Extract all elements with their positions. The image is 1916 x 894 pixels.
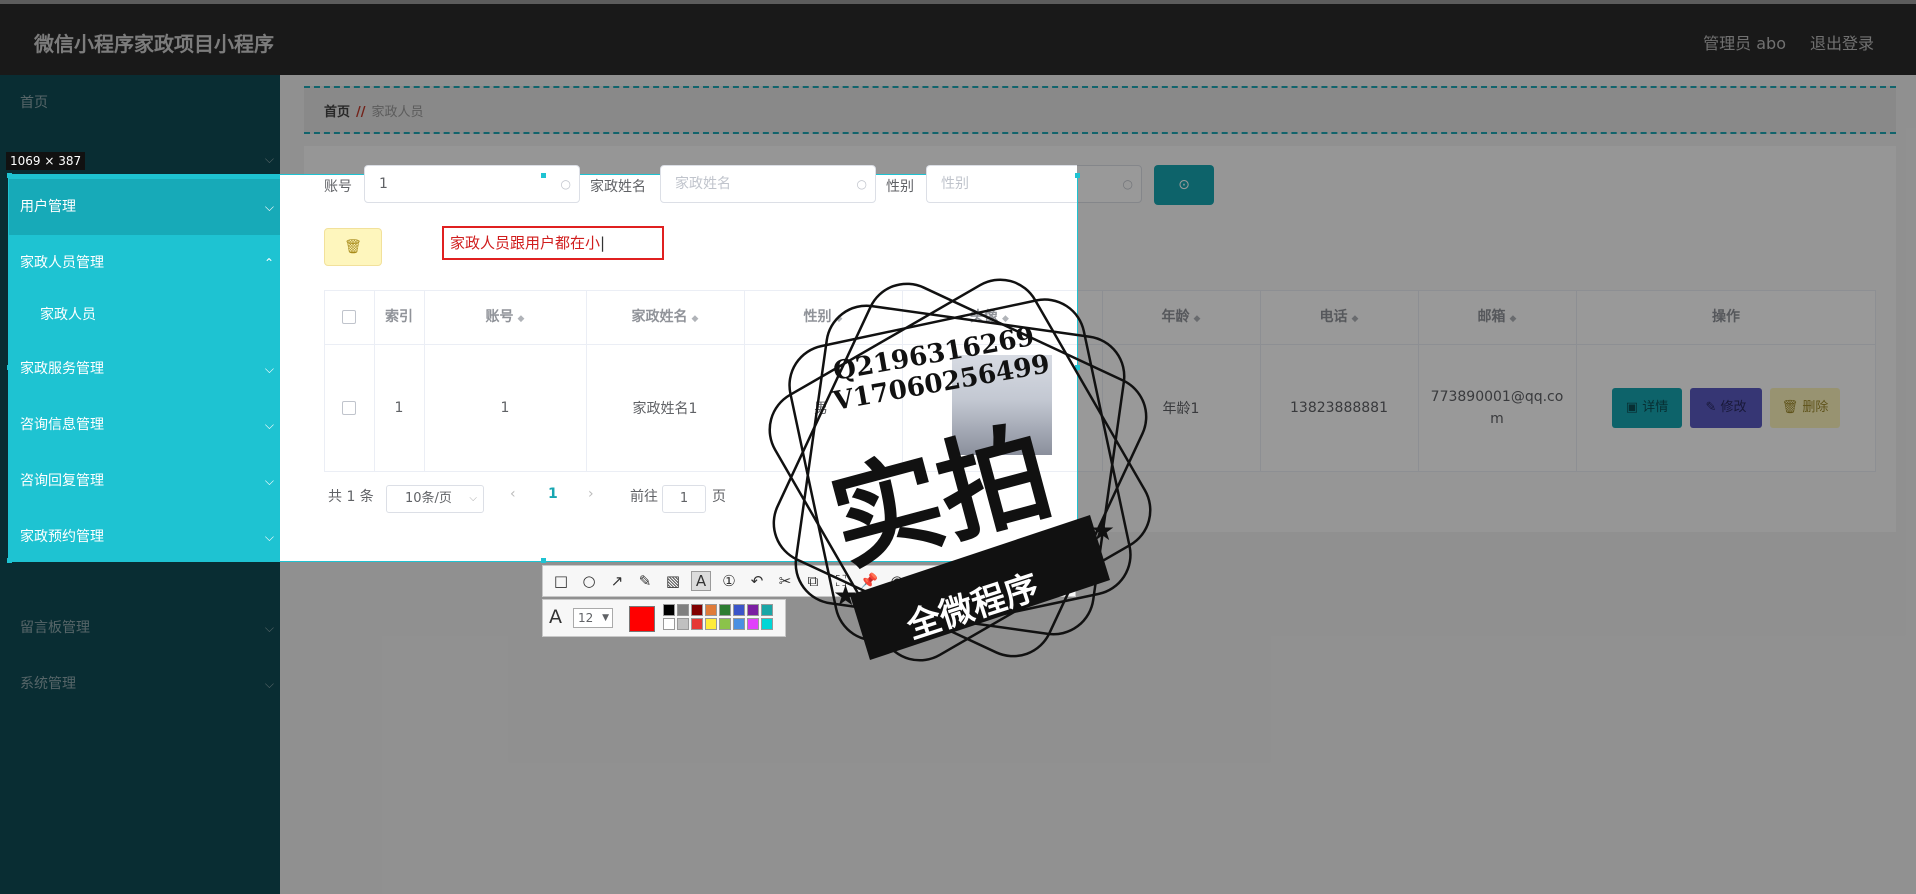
sidebar-item-booking-mgmt[interactable]: 家政预约管理 ⌵ bbox=[9, 509, 280, 561]
arrow-tool-icon[interactable]: ↗ bbox=[607, 572, 627, 590]
page-size-select[interactable]: 10条/页 ⌵ bbox=[386, 485, 484, 513]
sidebar-item-staff-mgmt[interactable]: 家政人员管理 ⌃ bbox=[9, 235, 280, 291]
sidebar-item-label: 咨询回复管理 bbox=[20, 473, 104, 489]
chevron-down-icon: ⌵ bbox=[264, 362, 274, 376]
page-size-value: 10条/页 bbox=[405, 491, 452, 506]
color-swatch[interactable] bbox=[705, 618, 717, 630]
star-icon: ★ bbox=[1090, 514, 1115, 547]
star-icon: ★ bbox=[833, 579, 858, 612]
cell-name: 家政姓名1 bbox=[632, 401, 698, 417]
rectangle-tool-icon[interactable]: □ bbox=[551, 572, 571, 590]
pagination-goto-label: 前往 bbox=[630, 489, 658, 505]
ellipse-tool-icon[interactable]: ○ bbox=[579, 572, 599, 590]
resize-handle[interactable] bbox=[1075, 173, 1080, 178]
color-swatch[interactable] bbox=[705, 604, 717, 616]
color-swatch[interactable] bbox=[719, 618, 731, 630]
chevron-down-icon: ⌵ bbox=[469, 493, 477, 504]
cell-account: 1 bbox=[500, 400, 510, 416]
trash-icon: 🗑 bbox=[344, 239, 362, 255]
resize-handle[interactable] bbox=[541, 558, 546, 563]
row-checkbox-cell bbox=[324, 345, 374, 471]
prev-page-icon[interactable]: ‹ bbox=[510, 486, 516, 502]
batch-delete-button[interactable]: 🗑 bbox=[324, 228, 382, 266]
gender-input-placeholder: 性别 bbox=[941, 176, 969, 192]
account-input[interactable]: 1○ bbox=[364, 165, 580, 203]
gender-label: 性别 bbox=[886, 179, 914, 195]
page-jump-value: 1 bbox=[679, 491, 689, 506]
color-swatch[interactable] bbox=[663, 604, 675, 616]
chevron-down-icon: ⌵ bbox=[264, 530, 274, 544]
sidebar-item-staff[interactable]: 家政人员 bbox=[9, 287, 280, 343]
sidebar-item-label: 家政人员 bbox=[40, 307, 96, 323]
number-tool-icon[interactable]: ① bbox=[719, 572, 739, 590]
color-swatch[interactable] bbox=[663, 618, 675, 630]
sidebar-item-service-mgmt[interactable]: 家政服务管理 ⌵ bbox=[9, 341, 280, 397]
resize-handle[interactable] bbox=[7, 173, 12, 178]
name-input-placeholder: 家政姓名 bbox=[675, 176, 731, 192]
column-header-index: 索引 bbox=[374, 290, 424, 344]
sidebar-item-reply-mgmt[interactable]: 咨询回复管理 ⌵ bbox=[9, 453, 280, 509]
color-swatch[interactable] bbox=[691, 604, 703, 616]
text-tool-icon[interactable]: A bbox=[691, 571, 711, 591]
sort-icon: ◆ bbox=[691, 314, 699, 324]
name-label: 家政姓名 bbox=[590, 179, 646, 195]
annotation-text: 家政人员跟用户都在小 bbox=[450, 234, 601, 252]
column-header-account[interactable]: 账号 ◆ bbox=[424, 290, 586, 344]
search-icon: ○ bbox=[560, 177, 571, 191]
page-number-current[interactable]: 1 bbox=[548, 486, 558, 502]
sidebar-item-label: 用户管理 bbox=[20, 199, 76, 215]
chevron-down-icon: ⌵ bbox=[264, 474, 274, 488]
column-header-label: 账号 bbox=[485, 309, 514, 325]
pencil-tool-icon[interactable]: ✎ bbox=[635, 572, 655, 590]
captured-sidebar: 用户管理 ⌵ 家政人员管理 ⌃ 家政人员 家政服务管理 ⌵ 咨询信息管理 ⌵ 咨询回复管… bbox=[9, 175, 280, 561]
account-label: 账号 bbox=[324, 179, 352, 195]
color-swatch[interactable] bbox=[677, 618, 689, 630]
select-all-checkbox-cell bbox=[324, 290, 374, 344]
sidebar-item-label: 家政预约管理 bbox=[20, 529, 104, 545]
chevron-down-icon: ⌵ bbox=[264, 418, 274, 432]
color-swatch[interactable] bbox=[719, 604, 731, 616]
color-swatch[interactable] bbox=[677, 604, 689, 616]
watermark-stamp: Q2196316269 V17060256499 实拍 全微程序 ★ ★ bbox=[768, 278, 1152, 662]
gender-input[interactable]: 性别 bbox=[926, 165, 1077, 203]
account-input-value: 1 bbox=[379, 176, 388, 192]
current-color-swatch[interactable] bbox=[629, 606, 655, 632]
sidebar-item-label: 家政服务管理 bbox=[20, 361, 104, 377]
row-checkbox[interactable] bbox=[342, 401, 356, 415]
column-header-name[interactable]: 家政姓名 ◆ bbox=[586, 290, 744, 344]
mosaic-tool-icon[interactable]: ▧ bbox=[663, 572, 683, 590]
select-all-checkbox[interactable] bbox=[342, 310, 356, 324]
capture-size-label: 1069 × 387 bbox=[6, 152, 86, 170]
next-page-icon[interactable]: › bbox=[588, 486, 594, 502]
chevron-down-icon: ⌵ bbox=[264, 200, 274, 214]
resize-handle[interactable] bbox=[7, 365, 12, 370]
column-header-label: 家政姓名 bbox=[631, 309, 688, 325]
sidebar-item-users[interactable]: 用户管理 ⌵ bbox=[9, 179, 280, 235]
sort-icon: ◆ bbox=[517, 314, 525, 324]
search-icon: ○ bbox=[856, 177, 867, 191]
chevron-down-icon: ▼ bbox=[602, 613, 609, 623]
sidebar-item-consult-mgmt[interactable]: 咨询信息管理 ⌵ bbox=[9, 397, 280, 453]
font-icon: A bbox=[549, 606, 562, 628]
annotation-text-box[interactable]: 家政人员跟用户都在小| bbox=[442, 226, 664, 260]
column-header-label: 索引 bbox=[385, 309, 413, 325]
color-swatch[interactable] bbox=[691, 618, 703, 630]
sidebar-item-label: 家政人员管理 bbox=[20, 255, 104, 271]
name-input[interactable]: 家政姓名 ○ bbox=[660, 165, 876, 203]
cell-index: 1 bbox=[394, 400, 404, 416]
page-jump-input[interactable]: 1 bbox=[662, 485, 706, 513]
resize-handle[interactable] bbox=[7, 558, 12, 563]
pagination-page-unit: 页 bbox=[712, 489, 726, 505]
pagination-total: 共 1 条 bbox=[328, 489, 374, 505]
chevron-up-icon: ⌃ bbox=[263, 256, 274, 270]
font-size-value: 12 bbox=[578, 611, 594, 625]
font-size-select[interactable]: 12 ▼ bbox=[573, 608, 613, 628]
sidebar-item-label: 咨询信息管理 bbox=[20, 417, 104, 433]
resize-handle[interactable] bbox=[541, 173, 546, 178]
